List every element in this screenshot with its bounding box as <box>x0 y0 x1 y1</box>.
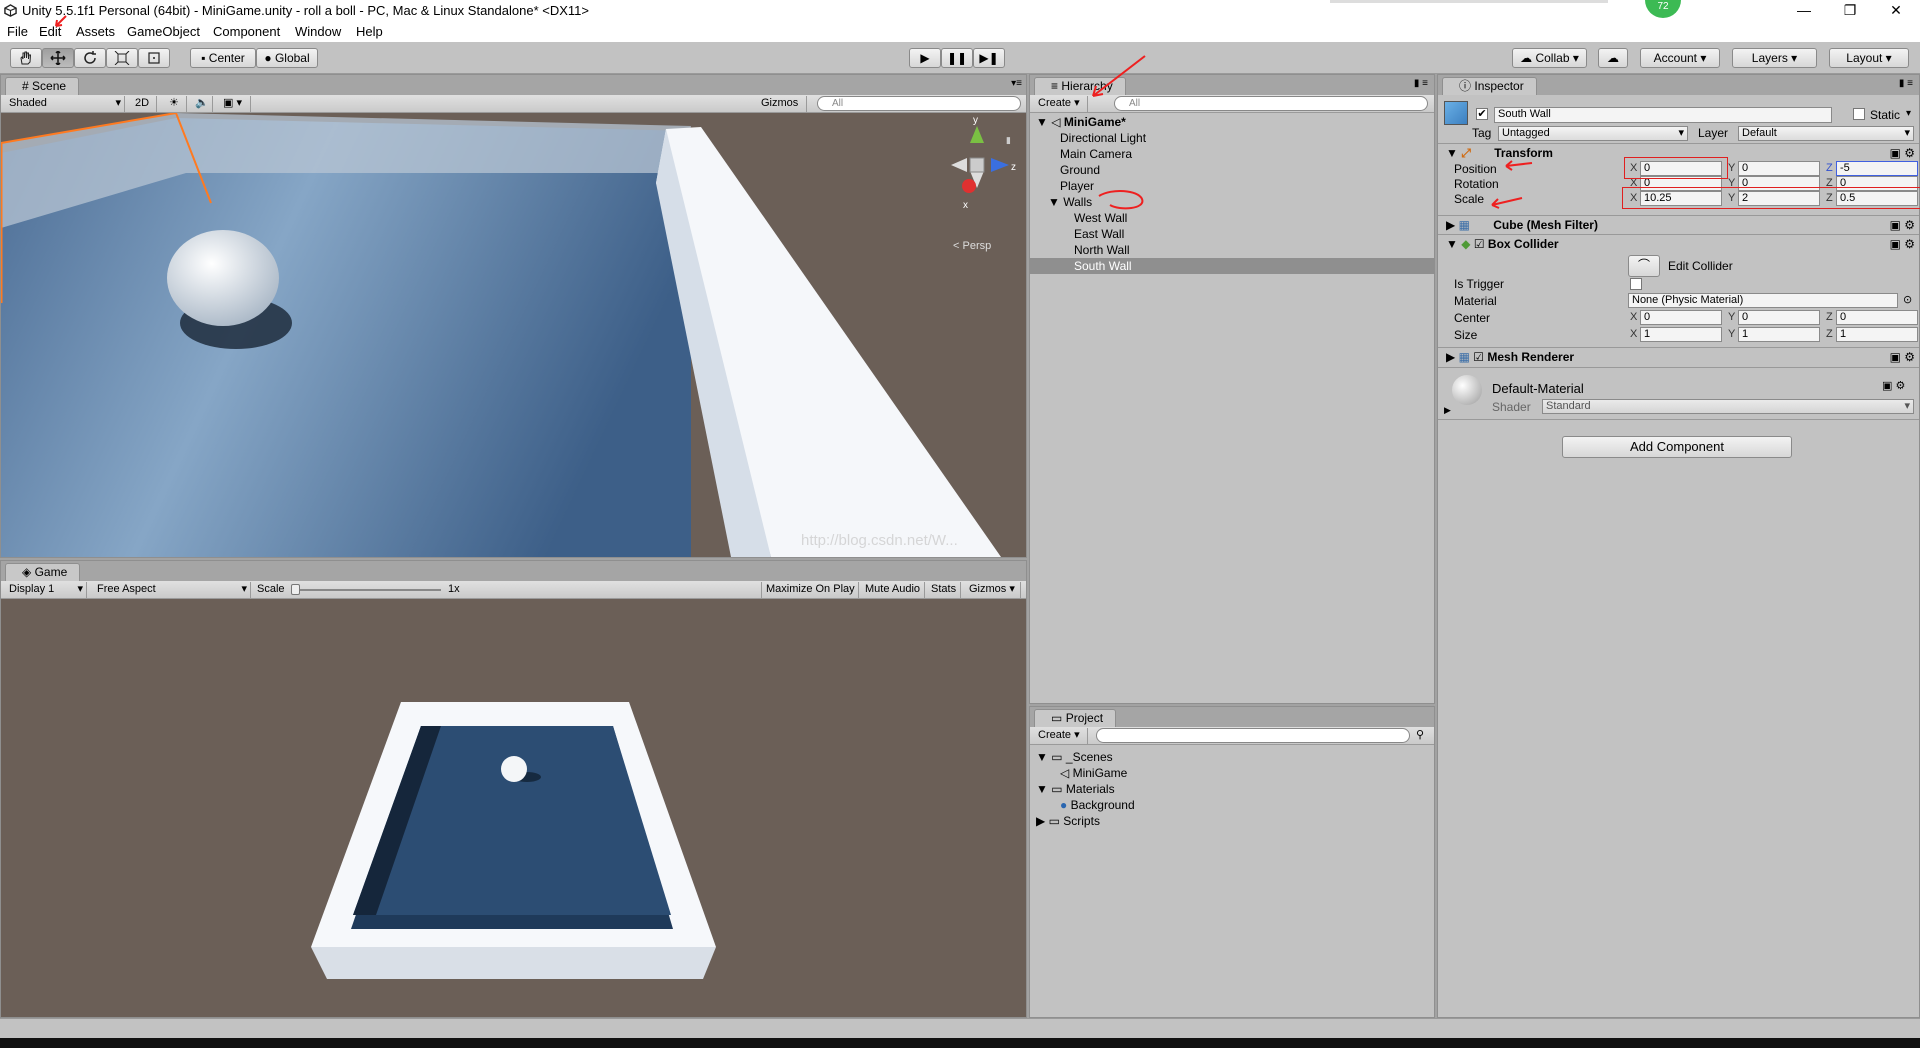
annotation-arrow-scale <box>1491 197 1523 209</box>
annotation-arrow-create <box>1092 55 1146 97</box>
annotation-scribble-walls <box>1098 190 1144 210</box>
annotation-arrow-edit <box>55 15 67 27</box>
annotation-overlay <box>55 15 1533 210</box>
annotation-arrow-position <box>1505 160 1533 171</box>
os-taskbar <box>0 1038 1920 1048</box>
status-bar <box>0 1018 1920 1038</box>
